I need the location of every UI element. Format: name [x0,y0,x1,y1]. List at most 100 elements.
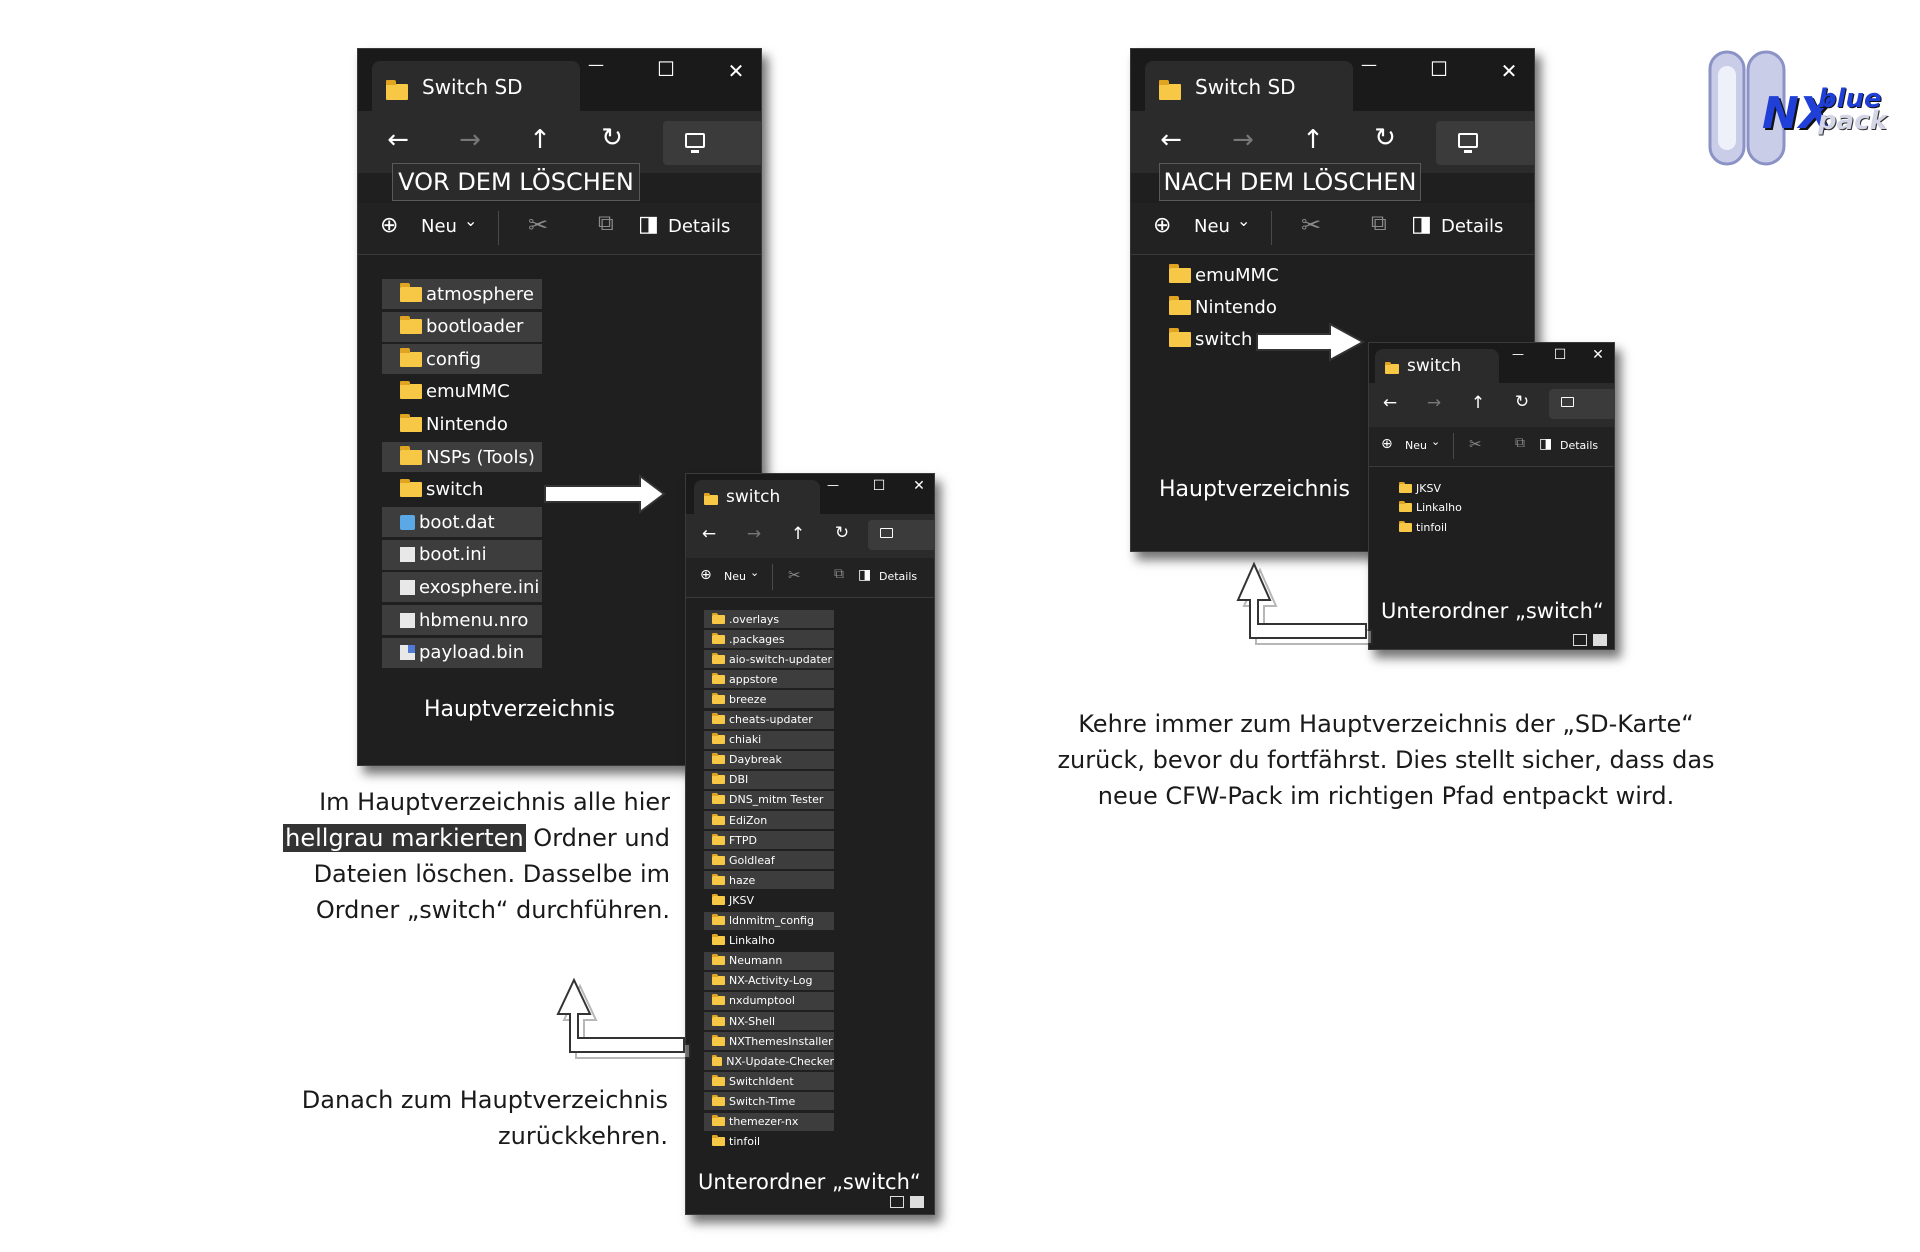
list-item[interactable]: FTPD [704,831,834,850]
refresh-icon[interactable]: ↻ [1365,123,1405,153]
list-item[interactable]: NX-Shell [704,1012,834,1030]
list-item[interactable]: payload.bin [382,637,542,668]
new-icon[interactable]: ⊕ [380,213,398,238]
list-item[interactable]: config [382,344,542,375]
list-item[interactable]: ldnmitm_config [704,911,834,930]
details-view-icon[interactable] [1573,634,1587,646]
list-item[interactable]: emuMMC [1169,261,1289,289]
list-item[interactable]: atmosphere [382,279,542,309]
tab-switch[interactable]: switch [694,480,820,514]
list-item[interactable]: JKSV [1399,479,1499,497]
list-item[interactable]: appstore [704,670,834,689]
close-icon[interactable]: ✕ [1585,347,1611,363]
list-item[interactable]: haze [704,871,834,890]
cut-icon[interactable]: ✂ [528,211,548,239]
list-item[interactable]: NSPs (Tools) [382,442,542,472]
forward-arrow-icon[interactable]: → [741,524,767,544]
copy-icon[interactable]: ⧉ [598,211,614,236]
list-item[interactable]: Neumann [704,951,834,970]
details-button[interactable]: Details [668,216,730,237]
list-item[interactable]: .packages [704,630,834,649]
details-button[interactable]: Details [879,570,917,583]
list-item[interactable]: NX-Update-Checker [704,1052,834,1071]
list-item[interactable]: NX-Activity-Log [704,971,834,990]
forward-arrow-icon[interactable]: → [1223,125,1263,155]
list-item[interactable]: Linkalho [1399,499,1499,517]
refresh-icon[interactable]: ↻ [829,523,855,543]
list-item[interactable]: breeze [704,690,834,709]
back-arrow-icon[interactable]: ← [1377,393,1403,413]
address-bar[interactable] [868,520,934,550]
list-item[interactable]: JKSV [704,891,834,909]
cut-icon[interactable]: ✂ [1469,435,1482,453]
details-view-icon[interactable] [890,1196,904,1208]
up-arrow-icon[interactable]: ↑ [785,524,811,544]
minimize-icon[interactable]: — [1505,347,1531,361]
list-item[interactable]: EdiZon [704,811,834,829]
up-arrow-icon[interactable]: ↑ [1465,393,1491,413]
tiles-view-icon[interactable] [910,1196,924,1208]
minimize-icon[interactable]: — [576,55,616,74]
new-icon[interactable]: ⊕ [700,567,712,583]
list-item[interactable]: cheats-updater [704,710,834,729]
new-icon[interactable]: ⊕ [1153,213,1171,238]
list-item[interactable]: DBI [704,770,834,789]
back-arrow-icon[interactable]: ← [1151,125,1191,155]
list-item[interactable]: themezer-nx [704,1112,834,1131]
list-item[interactable]: boot.ini [382,539,542,570]
chevron-down-icon[interactable]: ⌄ [464,211,477,230]
list-item[interactable]: Nintendo [1169,293,1289,321]
list-item[interactable]: emuMMC [382,377,542,407]
list-item[interactable]: switch [382,475,542,505]
close-icon[interactable]: ✕ [906,478,932,494]
new-icon[interactable]: ⊕ [1381,436,1393,452]
list-item[interactable]: boot.dat [382,507,542,538]
forward-arrow-icon[interactable]: → [1421,393,1447,413]
tab-switch[interactable]: switch [1375,349,1499,383]
details-pane-icon[interactable]: ◨ [638,212,659,237]
list-item[interactable]: SwitchIdent [704,1072,834,1091]
list-item[interactable]: tinfoil [1399,518,1499,536]
forward-arrow-icon[interactable]: → [450,125,490,155]
maximize-icon[interactable]: ☐ [1419,57,1459,81]
back-arrow-icon[interactable]: ← [378,125,418,155]
list-item[interactable]: .overlays [704,610,834,628]
chevron-down-icon[interactable]: ⌄ [1237,211,1250,230]
list-item[interactable]: Switch-Time [704,1092,834,1111]
back-arrow-icon[interactable]: ← [696,524,722,544]
minimize-icon[interactable]: — [1349,55,1389,74]
copy-icon[interactable]: ⧉ [1515,435,1525,451]
list-item[interactable]: nxdumptool [704,991,834,1010]
list-item[interactable]: Nintendo [382,409,542,439]
tiles-view-icon[interactable] [1593,634,1607,646]
tab-switch-sd[interactable]: Switch SD [372,61,580,111]
up-arrow-icon[interactable]: ↑ [520,125,560,155]
up-arrow-icon[interactable]: ↑ [1293,125,1333,155]
details-pane-icon[interactable]: ◨ [1539,436,1552,452]
close-icon[interactable]: ✕ [1489,59,1529,83]
new-button[interactable]: Neu [1405,439,1427,452]
maximize-icon[interactable]: ☐ [866,478,892,494]
maximize-icon[interactable]: ☐ [646,57,686,81]
list-item[interactable]: Linkalho [704,932,834,950]
details-pane-icon[interactable]: ◨ [858,567,871,583]
copy-icon[interactable]: ⧉ [834,566,844,582]
chevron-down-icon[interactable]: ⌄ [750,566,759,579]
list-item[interactable]: aio-switch-updater [704,650,834,669]
new-button[interactable]: Neu [421,216,457,237]
cut-icon[interactable]: ✂ [1301,211,1321,239]
list-item[interactable]: Daybreak [704,750,834,769]
address-bar[interactable] [1436,121,1534,165]
tab-switch-sd[interactable]: Switch SD [1145,61,1353,111]
maximize-icon[interactable]: ☐ [1547,347,1573,363]
list-item[interactable]: chiaki [704,730,834,749]
list-item[interactable]: bootloader [382,311,542,342]
details-pane-icon[interactable]: ◨ [1411,212,1432,237]
address-bar[interactable] [1549,389,1614,419]
list-item[interactable]: switch [1169,325,1289,353]
refresh-icon[interactable]: ↻ [1509,392,1535,412]
refresh-icon[interactable]: ↻ [592,123,632,153]
list-item[interactable]: DNS_mitm Tester [704,790,834,809]
list-item[interactable]: exosphere.ini [382,572,542,603]
new-button[interactable]: Neu [1194,216,1230,237]
